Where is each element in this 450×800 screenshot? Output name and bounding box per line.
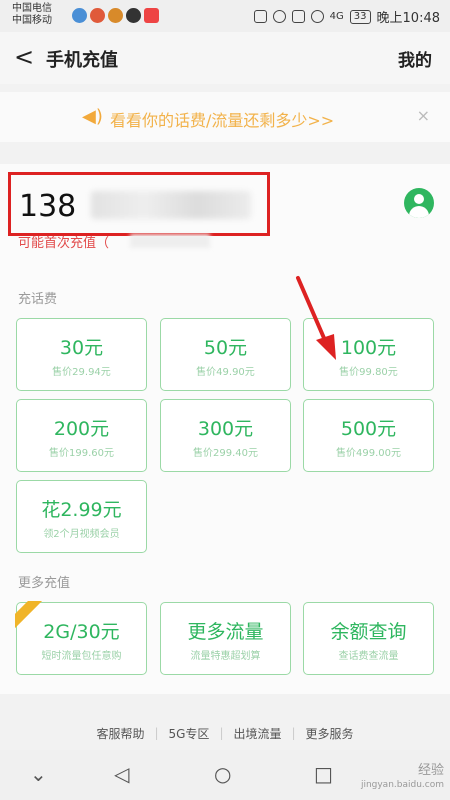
home-icon[interactable]: ○ xyxy=(214,762,231,786)
back-nav-icon[interactable]: ◁ xyxy=(114,762,129,786)
annotation-arrow xyxy=(296,276,336,360)
footer-links: 客服帮助 | 5G专区 | 出境流量 | 更多服务 xyxy=(96,725,354,742)
watermark: 经验 jingyan.baidu.com xyxy=(361,764,444,792)
collapse-icon[interactable]: ⌄ xyxy=(30,762,47,786)
footer-link-help[interactable]: 客服帮助 xyxy=(96,725,144,742)
footer-link-5g[interactable]: 5G专区 xyxy=(169,725,210,742)
footer-link-more[interactable]: 更多服务 xyxy=(306,725,354,742)
recents-icon[interactable]: □ xyxy=(314,762,333,786)
footer-link-roaming[interactable]: 出境流量 xyxy=(233,725,281,742)
watermark-url: jingyan.baidu.com xyxy=(360,780,444,790)
watermark-title: 经验 xyxy=(417,763,444,778)
